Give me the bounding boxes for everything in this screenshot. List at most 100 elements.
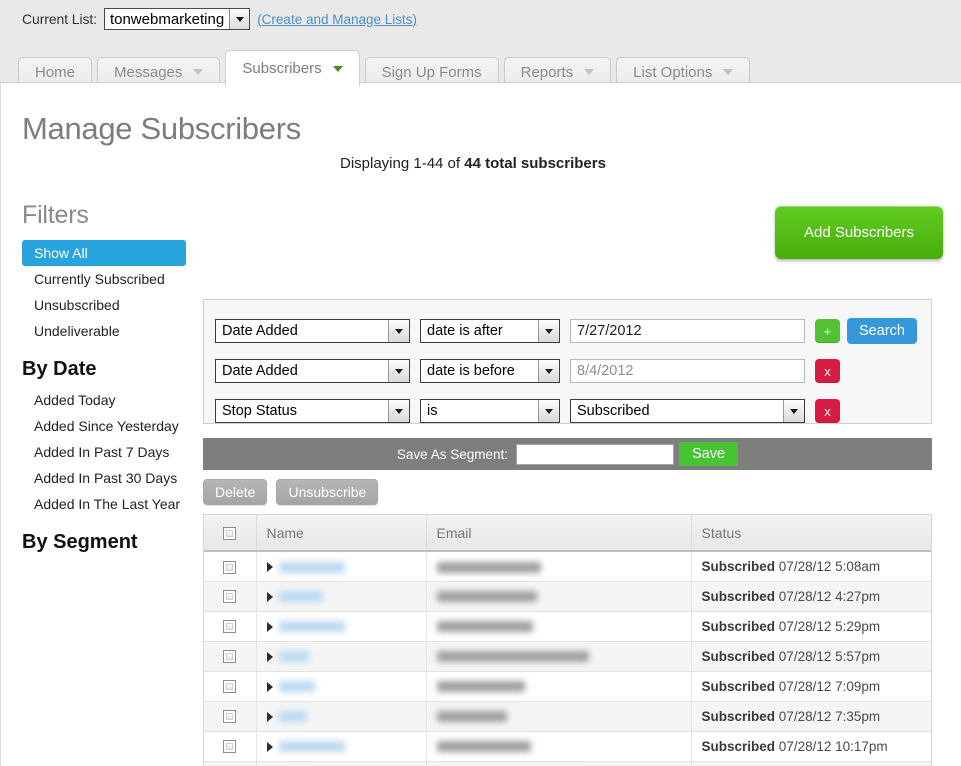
chevron-down-icon[interactable] [783, 400, 804, 422]
tab-subscribers[interactable]: Subscribers [225, 50, 360, 86]
sidebar-item-added-in-past-7-days[interactable]: Added In Past 7 Days [22, 439, 186, 465]
cell-name [256, 671, 427, 702]
expand-row-icon[interactable] [266, 562, 273, 573]
sidebar-item-currently-subscribed[interactable]: Currently Subscribed [22, 266, 186, 292]
chevron-down-icon[interactable] [388, 360, 409, 382]
delete-button[interactable]: Delete [203, 479, 268, 505]
chevron-down-icon[interactable] [538, 320, 559, 342]
chevron-down-icon[interactable] [538, 400, 559, 422]
add-filter-button[interactable]: + [815, 319, 840, 343]
table-row[interactable]: Subscribed 07/28/12 5:57pm [204, 641, 931, 672]
filter-value-input[interactable] [570, 319, 805, 343]
subscriber-email-redacted [436, 561, 541, 573]
filter-value-select[interactable]: Subscribed [570, 399, 805, 423]
column-header-name[interactable]: Name [256, 515, 427, 552]
row-checkbox[interactable] [223, 740, 237, 754]
select-all-checkbox[interactable] [223, 527, 237, 541]
sidebar-item-undeliverable[interactable]: Undeliverable [22, 318, 186, 344]
filter-field-select[interactable]: Date Added [215, 359, 410, 383]
row-checkbox[interactable] [223, 680, 237, 694]
expand-row-icon[interactable] [266, 741, 273, 752]
chevron-down-icon[interactable] [193, 69, 204, 75]
cell-name [256, 731, 427, 762]
subscriber-email-redacted [436, 651, 589, 663]
table-row[interactable]: Subscribed 07/28/12 7:09pm [204, 671, 931, 702]
table-row[interactable]: Subscribed 07/28/12 5:29pm [204, 611, 931, 642]
status-badge: Subscribed [701, 708, 776, 724]
filter-value-select-value: Subscribed [577, 403, 650, 419]
table-row[interactable]: Subscribed 07/28/12 7:35pm [204, 701, 931, 732]
expand-row-icon[interactable] [266, 711, 273, 722]
filter-operator-select[interactable]: date is before [420, 359, 560, 383]
sidebar-item-added-today[interactable]: Added Today [22, 387, 186, 413]
table-row[interactable]: Subscribed 07/28/12 10:17pm [204, 731, 931, 762]
subscriber-name-redacted[interactable] [278, 591, 323, 603]
chevron-down-icon[interactable] [538, 360, 559, 382]
subscriber-email-redacted [436, 711, 507, 723]
chevron-down-icon[interactable] [229, 9, 250, 29]
expand-row-icon[interactable] [266, 621, 273, 632]
app-page: Current List: tonwebmarketing (Create an… [0, 0, 961, 766]
table-row[interactable]: Subscribed 07/28/12 5:08am [204, 551, 931, 582]
subscriber-name-redacted[interactable] [278, 741, 345, 753]
remove-filter-button[interactable]: x [815, 359, 840, 383]
tab-label: Reports [520, 63, 574, 81]
chevron-down-icon[interactable] [584, 69, 595, 75]
row-select-cell [204, 611, 257, 642]
save-as-segment-bar: Save As Segment: Save [203, 438, 932, 470]
filter-value-input[interactable] [570, 359, 805, 383]
cell-name [256, 581, 427, 612]
cell-name [256, 551, 427, 582]
subscriber-name-redacted[interactable] [278, 621, 345, 633]
filter-operator-select[interactable]: date is after [420, 319, 560, 343]
expand-row-icon[interactable] [266, 681, 273, 692]
sidebar-item-added-since-yesterday[interactable]: Added Since Yesterday [22, 413, 186, 439]
row-checkbox[interactable] [223, 620, 237, 634]
tab-label: List Options [633, 63, 713, 81]
sidebar-item-show-all[interactable]: Show All [22, 240, 186, 266]
filters-sidebar: Filters Show All Currently Subscribed Unsu… [0, 201, 200, 560]
filter-field-select[interactable]: Stop Status [215, 399, 410, 423]
cell-status: Subscribed 07/28/12 11:35pm [691, 761, 931, 766]
sidebar-item-added-in-the-last-year[interactable]: Added In The Last Year [22, 491, 186, 517]
expand-row-icon[interactable] [266, 591, 273, 602]
status-timestamp: 07/28/12 7:35pm [778, 708, 881, 724]
filter-operator-select[interactable]: is [420, 399, 560, 423]
search-button[interactable]: Search [847, 318, 917, 344]
cell-name [256, 611, 427, 642]
cell-email [426, 761, 692, 766]
table-row[interactable]: Subscribed 07/28/12 11:35pm [204, 761, 931, 766]
row-checkbox[interactable] [223, 650, 237, 664]
row-checkbox[interactable] [223, 590, 237, 604]
subscriber-name-redacted[interactable] [278, 681, 315, 693]
chevron-down-icon[interactable] [388, 320, 409, 342]
filter-row: Date Added date is after + Search [215, 318, 917, 344]
cell-name [256, 641, 427, 672]
add-subscribers-button[interactable]: Add Subscribers [775, 206, 943, 259]
row-select-cell [204, 671, 257, 702]
column-header-status[interactable]: Status [691, 515, 931, 552]
save-segment-button[interactable]: Save [679, 442, 739, 466]
filter-field-select[interactable]: Date Added [215, 319, 410, 343]
sidebar-item-added-in-past-30-days[interactable]: Added In Past 30 Days [22, 465, 186, 491]
unsubscribe-button[interactable]: Unsubscribe [276, 479, 379, 505]
create-manage-lists-link[interactable]: (Create and Manage Lists) [257, 12, 417, 27]
row-checkbox[interactable] [223, 560, 237, 574]
status-timestamp: 07/28/12 7:09pm [778, 678, 881, 694]
remove-filter-button[interactable]: x [815, 399, 840, 423]
by-segment-heading: By Segment [22, 531, 138, 553]
subscriber-name-redacted[interactable] [278, 711, 307, 723]
filter-row: Stop Status is Subscribed x [215, 399, 847, 423]
sidebar-item-unsubscribed[interactable]: Unsubscribed [22, 292, 186, 318]
expand-row-icon[interactable] [266, 651, 273, 662]
subscriber-name-redacted[interactable] [278, 561, 345, 573]
current-list-select[interactable]: tonwebmarketing [103, 8, 251, 30]
save-as-segment-input[interactable] [516, 443, 674, 465]
chevron-down-icon[interactable] [332, 65, 343, 72]
chevron-down-icon[interactable] [388, 400, 409, 422]
subscriber-name-redacted[interactable] [278, 651, 309, 663]
column-header-email[interactable]: Email [426, 515, 692, 552]
row-checkbox[interactable] [223, 710, 237, 724]
chevron-down-icon[interactable] [723, 69, 734, 75]
table-row[interactable]: Subscribed 07/28/12 4:27pm [204, 581, 931, 612]
